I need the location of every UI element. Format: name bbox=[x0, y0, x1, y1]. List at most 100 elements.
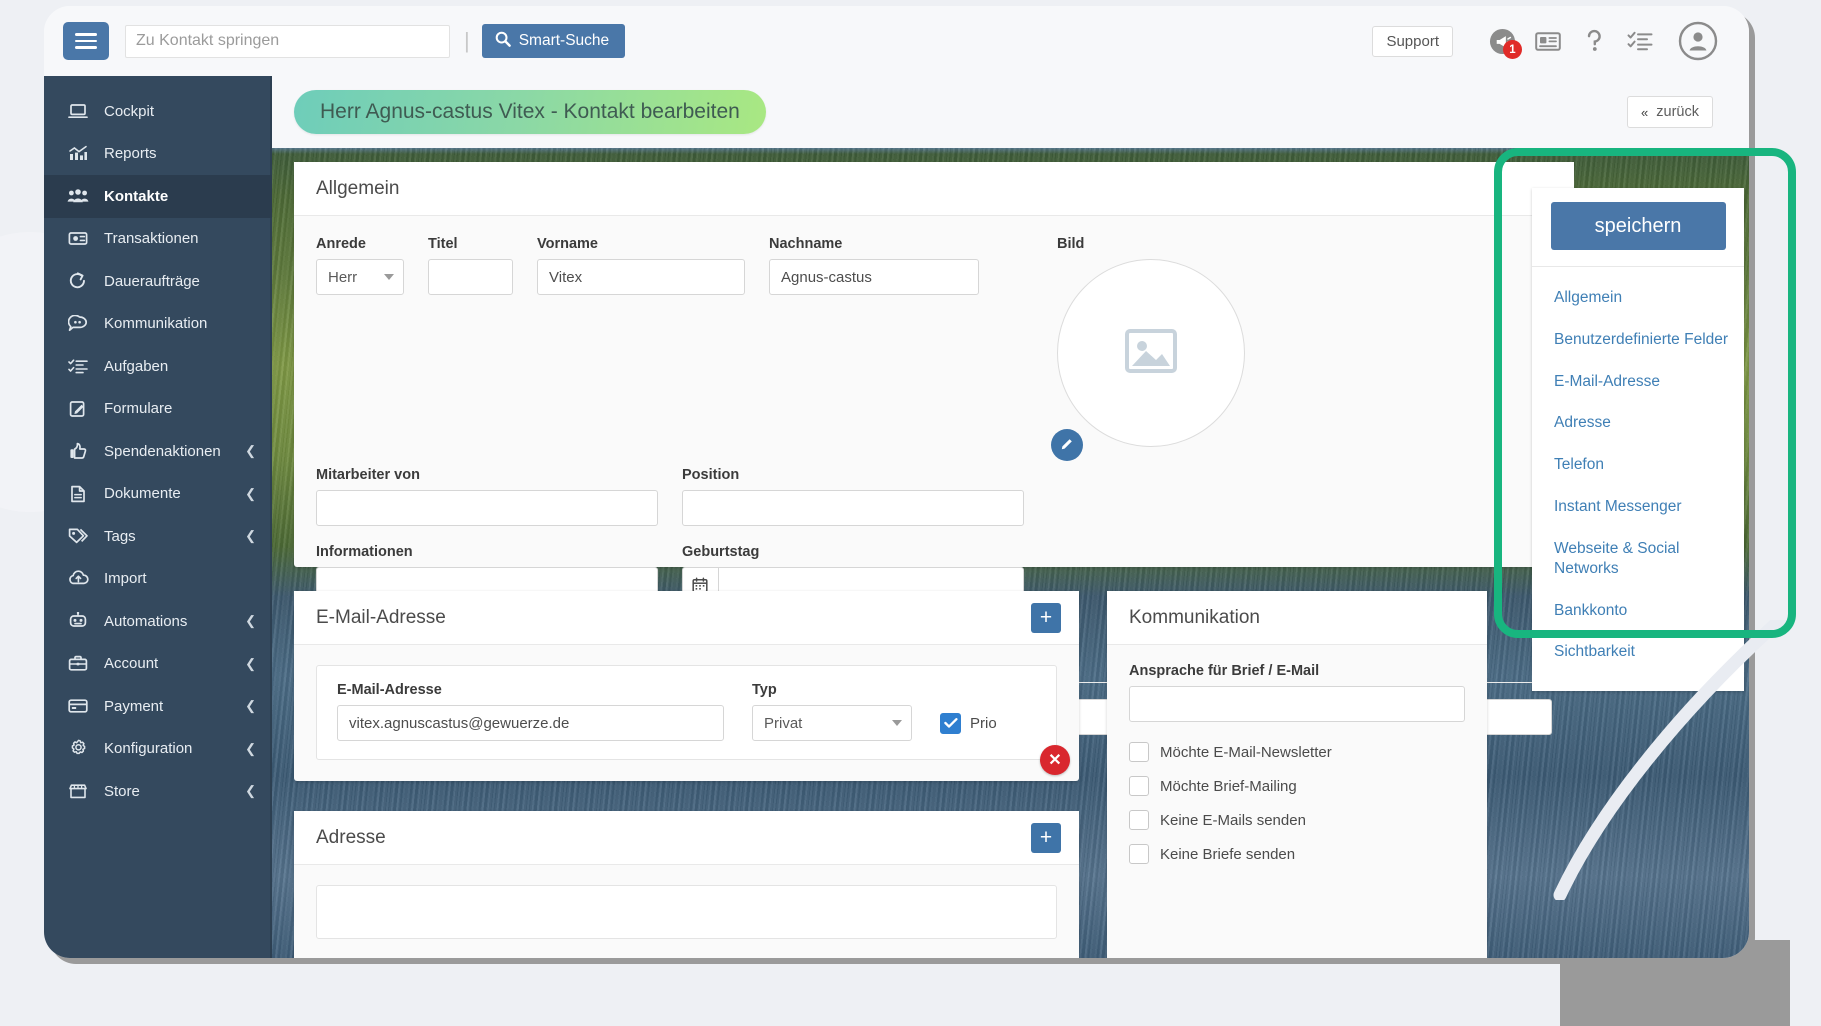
komm-checkbox-row[interactable]: Keine E-Mails senden bbox=[1129, 810, 1465, 830]
sidebar-item-label: Transaktionen bbox=[104, 230, 241, 247]
panel-link-allgemein[interactable]: Allgemein bbox=[1532, 277, 1744, 319]
back-button[interactable]: « zurück bbox=[1627, 96, 1713, 128]
anrede-label: Anrede bbox=[316, 236, 404, 252]
email-entry-grid: E-Mail-Adresse Typ Privat bbox=[337, 682, 1036, 741]
keine-briefe-label: Keine Briefe senden bbox=[1160, 846, 1295, 863]
titel-input[interactable] bbox=[428, 259, 513, 295]
question-mark-icon[interactable] bbox=[1571, 18, 1617, 64]
double-chevron-left-icon: « bbox=[1641, 105, 1648, 120]
smart-search-button[interactable]: Smart-Suche bbox=[482, 24, 625, 58]
brief-mailing-checkbox[interactable] bbox=[1129, 776, 1149, 796]
sidebar-item-label: Formulare bbox=[104, 400, 241, 417]
spacer bbox=[1003, 236, 1033, 447]
nachname-input[interactable] bbox=[769, 259, 979, 295]
keine-briefe-checkbox[interactable] bbox=[1129, 844, 1149, 864]
pencil-icon bbox=[1060, 436, 1075, 454]
sidebar-item-kommunikation[interactable]: Kommunikation bbox=[44, 303, 272, 346]
panel-link-bankkonto[interactable]: Bankkonto bbox=[1532, 590, 1744, 632]
adresse-card-title: Adresse bbox=[316, 827, 386, 849]
sidebar-item-store[interactable]: Store ❮ bbox=[44, 770, 272, 813]
sidebar-item-spendenaktionen[interactable]: Spendenaktionen ❮ bbox=[44, 430, 272, 473]
laptop-icon bbox=[67, 103, 89, 120]
sidebar-item-label: Tags bbox=[104, 528, 230, 545]
email-card-header: E-Mail-Adresse + bbox=[294, 591, 1079, 645]
sidebar-item-reports[interactable]: Reports bbox=[44, 133, 272, 176]
sidebar-item-account[interactable]: Account ❮ bbox=[44, 643, 272, 686]
keine-emails-checkbox[interactable] bbox=[1129, 810, 1149, 830]
panel-link-telefon[interactable]: Telefon bbox=[1532, 444, 1744, 486]
people-icon bbox=[67, 188, 89, 205]
jump-to-contact-input[interactable] bbox=[125, 25, 450, 58]
app-window: | Smart-Suche Support 1 bbox=[44, 6, 1749, 958]
brief-mailing-label: Möchte Brief-Mailing bbox=[1160, 778, 1297, 795]
newsletter-checkbox[interactable] bbox=[1129, 742, 1149, 762]
sidebar-item-kontakte[interactable]: Kontakte bbox=[44, 175, 272, 218]
panel-link-adresse[interactable]: Adresse bbox=[1532, 402, 1744, 444]
toolbar-actions: Support 1 bbox=[1372, 18, 1749, 64]
add-adresse-button[interactable]: + bbox=[1031, 823, 1061, 853]
panel-link-sichtbarkeit[interactable]: Sichtbarkeit bbox=[1532, 631, 1744, 673]
sidebar-item-cockpit[interactable]: Cockpit bbox=[44, 90, 272, 133]
panel-link-benutzerdefinierte-felder[interactable]: Benutzerdefinierte Felder bbox=[1532, 319, 1744, 361]
panel-link-webseite-social-networks[interactable]: Webseite & Social Networks bbox=[1532, 528, 1744, 590]
refresh-icon bbox=[67, 272, 89, 290]
email-input[interactable] bbox=[337, 705, 724, 741]
sidebar-item-automations[interactable]: Automations ❮ bbox=[44, 600, 272, 643]
komm-checkbox-row[interactable]: Möchte Brief-Mailing bbox=[1129, 776, 1465, 796]
sidebar-item-transaktionen[interactable]: Transaktionen bbox=[44, 218, 272, 261]
vorname-field-group: Vorname bbox=[537, 236, 745, 447]
sidebar-item-formulare[interactable]: Formulare bbox=[44, 388, 272, 431]
checklist-icon[interactable] bbox=[1617, 18, 1663, 64]
name-fields-row: Anrede Herr Titel Vorname bbox=[316, 236, 1552, 447]
keine-emails-label: Keine E-Mails senden bbox=[1160, 812, 1306, 829]
informationen-label: Informationen bbox=[316, 544, 658, 560]
sidebar-item-tags[interactable]: Tags ❮ bbox=[44, 515, 272, 558]
position-label: Position bbox=[682, 467, 1024, 483]
ansprache-label: Ansprache für Brief / E-Mail bbox=[1129, 663, 1465, 679]
komm-checkbox-row[interactable]: Keine Briefe senden bbox=[1129, 844, 1465, 864]
employer-position-row: Mitarbeiter von Position bbox=[316, 467, 1552, 526]
notification-badge: 1 bbox=[1503, 40, 1522, 59]
contact-photo-avatar[interactable] bbox=[1057, 259, 1245, 447]
sidebar-item-aufgaben[interactable]: Aufgaben bbox=[44, 345, 272, 388]
plus-icon: + bbox=[1040, 607, 1052, 628]
mitarbeiter-input[interactable] bbox=[316, 490, 658, 526]
sidebar-item-dokumente[interactable]: Dokumente ❮ bbox=[44, 473, 272, 516]
panel-link-instant-messenger[interactable]: Instant Messenger bbox=[1532, 486, 1744, 528]
sidebar-item-import[interactable]: Import bbox=[44, 558, 272, 601]
adresse-card-body bbox=[294, 865, 1079, 957]
chevron-left-icon: ❮ bbox=[245, 656, 256, 672]
support-button[interactable]: Support bbox=[1372, 26, 1453, 57]
sidebar-item-konfiguration[interactable]: Konfiguration ❮ bbox=[44, 728, 272, 771]
email-typ-select[interactable]: Privat bbox=[752, 705, 912, 741]
chevron-left-icon: ❮ bbox=[245, 698, 256, 714]
megaphone-icon[interactable]: 1 bbox=[1479, 18, 1525, 64]
vorname-input[interactable] bbox=[537, 259, 745, 295]
save-button[interactable]: speichern bbox=[1551, 202, 1726, 250]
store-icon bbox=[67, 783, 89, 800]
page-header: Herr Agnus-castus Vitex - Kontakt bearbe… bbox=[272, 76, 1749, 148]
add-email-button[interactable]: + bbox=[1031, 603, 1061, 633]
hamburger-icon[interactable] bbox=[63, 22, 109, 60]
komm-checkbox-row[interactable]: Möchte E-Mail-Newsletter bbox=[1129, 742, 1465, 762]
delete-email-button[interactable]: ✕ bbox=[1040, 745, 1070, 775]
chevron-left-icon: ❮ bbox=[245, 528, 256, 544]
adresse-card-header: Adresse + bbox=[294, 811, 1079, 865]
position-input[interactable] bbox=[682, 490, 1024, 526]
edit-photo-button[interactable] bbox=[1051, 429, 1083, 461]
anrede-select[interactable]: Herr bbox=[316, 259, 404, 295]
main-sidebar: Cockpit Reports Kontakte Transaktionen bbox=[44, 76, 272, 958]
sidebar-item-payment[interactable]: Payment ❮ bbox=[44, 685, 272, 728]
news-card-icon[interactable] bbox=[1525, 18, 1571, 64]
prio-label: Prio bbox=[970, 715, 997, 732]
user-avatar-icon[interactable] bbox=[1675, 18, 1721, 64]
adresse-entry-row bbox=[316, 885, 1057, 939]
prio-checkbox[interactable] bbox=[940, 713, 961, 734]
sidebar-item-label: Dokumente bbox=[104, 485, 230, 502]
sidebar-item-dauerauftraege[interactable]: Daueraufträge bbox=[44, 260, 272, 303]
panel-link-email-adresse[interactable]: E-Mail-Adresse bbox=[1532, 361, 1744, 403]
chevron-left-icon: ❮ bbox=[245, 486, 256, 502]
sidebar-item-label: Spendenaktionen bbox=[104, 443, 230, 460]
allgemein-card-title: Allgemein bbox=[316, 178, 399, 200]
ansprache-input[interactable] bbox=[1129, 686, 1465, 722]
